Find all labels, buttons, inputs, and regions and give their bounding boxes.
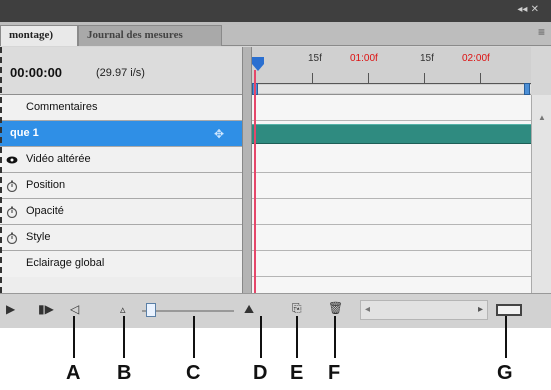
timecode-display: 00:00:00 (29.97 i/s): [0, 47, 242, 95]
track-row[interactable]: [252, 173, 531, 199]
work-area-end-handle[interactable]: [524, 83, 530, 95]
track-row[interactable]: [252, 225, 531, 251]
layer-link-icon[interactable]: ✥: [214, 127, 224, 141]
layer-label: Opacité: [26, 205, 64, 217]
panel-title-bar[interactable]: ◂◂ ✕: [0, 0, 551, 22]
layer-row-style[interactable]: Style: [0, 225, 242, 251]
tab-animation[interactable]: montage): [0, 25, 78, 46]
zoom-out-icon[interactable]: ▵: [120, 303, 126, 317]
track-row[interactable]: [252, 121, 531, 147]
callout-label: C: [186, 362, 201, 384]
callout-line: [193, 316, 195, 358]
ruler-tick: [312, 73, 313, 83]
layer-row-global-light[interactable]: Eclairage global: [0, 251, 242, 277]
callout-line: [260, 316, 262, 358]
zoom-in-icon[interactable]: ⛰: [244, 302, 254, 316]
delete-icon[interactable]: 🗑: [328, 301, 343, 315]
track-row[interactable]: [252, 199, 531, 225]
stage: ◂◂ ✕ montage) Journal des mesures ≡ 00:0…: [0, 0, 551, 390]
stopwatch-icon[interactable]: [6, 180, 18, 192]
animation-panel: ◂◂ ✕ montage) Journal des mesures ≡ 00:0…: [0, 0, 551, 328]
audio-icon[interactable]: ◁: [70, 302, 79, 316]
track-area: [252, 95, 531, 293]
callout-label: A: [66, 362, 81, 384]
stopwatch-icon[interactable]: [6, 232, 18, 244]
layer-label: Commentaires: [26, 101, 98, 113]
layer-row-video[interactable]: Vidéo altérée: [0, 147, 242, 173]
tab-measurement-log[interactable]: Journal des mesures: [78, 25, 222, 46]
bottom-toolbar: ▶ ▮▶ ◁ ▵ ⛰ ⎘ 🗑 ◂ ▸: [0, 293, 551, 328]
splitter-handle[interactable]: [242, 47, 252, 293]
callout-line: [123, 316, 125, 358]
convert-icon[interactable]: ⎘: [292, 301, 302, 315]
ruler-baseline: [252, 83, 531, 84]
ruler-label: 02:00f: [462, 53, 490, 64]
layer-row-opacity[interactable]: Opacité: [0, 199, 242, 225]
eye-icon[interactable]: [6, 154, 18, 166]
ruler-label: 15f: [308, 53, 322, 64]
ruler-tick: [424, 73, 425, 83]
callout-label: D: [253, 362, 268, 384]
panel-menu-icon[interactable]: ≡: [538, 25, 545, 39]
track-row[interactable]: [252, 147, 531, 173]
callout-label: B: [117, 362, 132, 384]
layer-label: que 1: [10, 127, 39, 139]
horizontal-scrollbar[interactable]: ◂ ▸: [360, 300, 488, 320]
callout-label: G: [497, 362, 513, 384]
layer-label: Eclairage global: [26, 257, 105, 269]
layer-list: 00:00:00 (29.97 i/s) Commentaires que 1 …: [0, 47, 242, 293]
callout-line: [505, 316, 507, 358]
callout-label: E: [290, 362, 304, 384]
zoom-slider-knob[interactable]: [146, 303, 156, 317]
frames-mode-icon[interactable]: [496, 304, 522, 316]
callout-line: [334, 316, 336, 358]
callout-line: [296, 316, 298, 358]
track-row[interactable]: [252, 251, 531, 277]
current-time[interactable]: 00:00:00: [10, 65, 62, 80]
layer-row-comments[interactable]: Commentaires: [0, 95, 242, 121]
vertical-scrollbar[interactable]: ▲: [531, 95, 551, 293]
layer-row-position[interactable]: Position: [0, 173, 242, 199]
layer-label: Style: [26, 231, 51, 243]
scroll-right-icon[interactable]: ▸: [478, 304, 483, 315]
layer-label: Vidéo altérée: [26, 153, 91, 165]
layer-label: Position: [26, 179, 66, 191]
current-time-indicator[interactable]: [252, 57, 264, 71]
ruler-label: 15f: [420, 53, 434, 64]
callout-line: [73, 316, 75, 358]
scroll-up-icon[interactable]: ▲: [538, 113, 546, 122]
step-frame-icon[interactable]: ▮▶: [38, 302, 54, 316]
ruler-tick: [480, 73, 481, 83]
play-icon[interactable]: ▶: [6, 302, 15, 316]
callout-label: F: [328, 362, 341, 384]
track-row[interactable]: [252, 95, 531, 121]
tab-strip: montage) Journal des mesures ≡: [0, 22, 551, 46]
work-area-bar[interactable]: [252, 85, 531, 93]
ruler-label: 01:00f: [350, 53, 378, 64]
left-edge-marker: [0, 47, 3, 293]
scroll-left-icon[interactable]: ◂: [365, 304, 370, 315]
ruler-tick: [368, 73, 369, 83]
layer-duration-bar[interactable]: [252, 124, 531, 144]
frame-rate: (29.97 i/s): [96, 67, 145, 79]
layer-row-selected[interactable]: que 1 ✥: [0, 121, 242, 147]
collapse-icon[interactable]: ◂◂ ✕: [517, 4, 539, 15]
time-ruler[interactable]: 15f 01:00f 15f 02:00f: [252, 47, 531, 95]
current-time-line: [254, 70, 256, 293]
stopwatch-icon[interactable]: [6, 206, 18, 218]
